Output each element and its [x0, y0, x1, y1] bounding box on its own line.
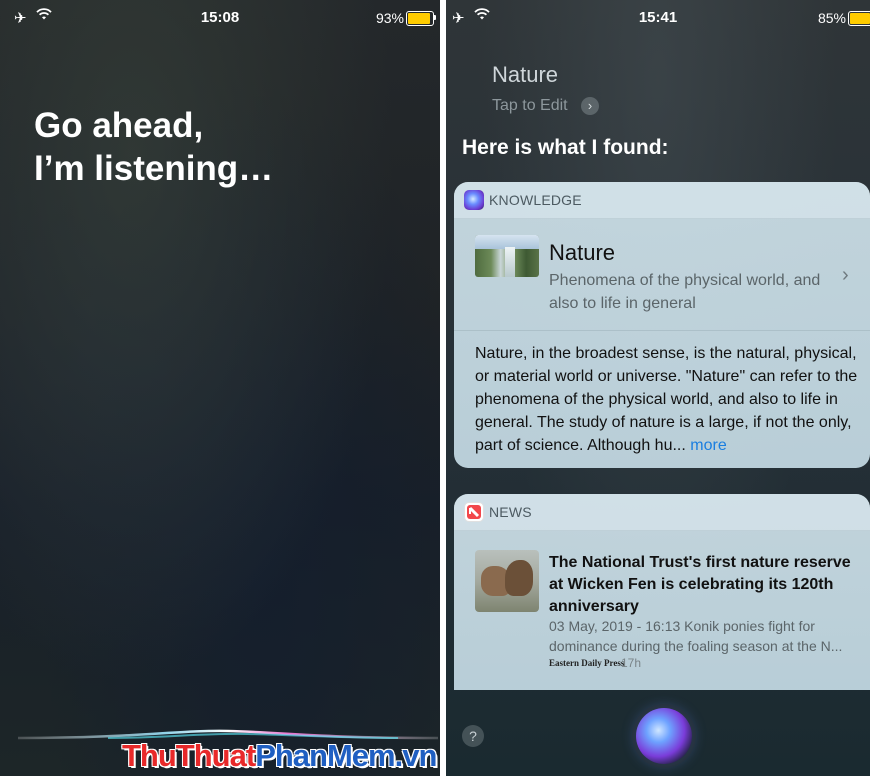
news-card-header: NEWS: [454, 494, 870, 531]
status-time: 15:41: [638, 9, 678, 26]
news-timestamp: 17h: [621, 656, 642, 670]
knowledge-body: Nature, in the broadest sense, is the na…: [475, 342, 865, 457]
knowledge-title[interactable]: Nature: [549, 240, 615, 266]
results-heading: Here is what I found:: [462, 136, 669, 159]
siri-results-screen: ✈ 15:41 85% Nature Tap to Edit › Here is…: [446, 0, 870, 776]
news-app-icon: [464, 502, 484, 522]
watermark-part1: ThuThuat: [122, 738, 256, 773]
more-link[interactable]: more: [690, 437, 726, 454]
status-bar: ✈ 15:41 85%: [446, 8, 870, 30]
siri-knowledge-icon: [464, 190, 484, 210]
siri-prompt-line2: I’m listening…: [34, 149, 274, 188]
status-time: 15:08: [200, 9, 240, 26]
siri-orb-icon[interactable]: [636, 708, 692, 764]
siri-prompt-line1: Go ahead,: [34, 106, 204, 145]
battery-icon: [848, 11, 870, 26]
news-card[interactable]: NEWS The National Trust's first nature r…: [454, 494, 870, 690]
siri-query-text: Nature: [492, 62, 559, 87]
knowledge-card[interactable]: KNOWLEDGE Nature Phenomena of the physic…: [454, 182, 870, 468]
news-headline[interactable]: The National Trust's first nature reserv…: [549, 552, 859, 618]
news-snippet: 03 May, 2019 - 16:13 Konik ponies fight …: [549, 618, 843, 654]
knowledge-body-text: Nature, in the broadest sense, is the na…: [475, 345, 858, 454]
tap-to-edit-link[interactable]: Tap to Edit: [492, 97, 568, 115]
chevron-right-icon[interactable]: ›: [842, 264, 849, 287]
chevron-right-icon[interactable]: ›: [581, 97, 599, 115]
siri-prompt: Go ahead, I’m listening…: [34, 104, 273, 190]
battery-percent: 93%: [375, 10, 404, 26]
battery-percent: 85%: [817, 10, 846, 26]
news-card-label: NEWS: [489, 504, 532, 520]
news-thumbnail[interactable]: [475, 550, 539, 612]
watermark-part2: PhanMem: [255, 738, 395, 773]
status-bar: ✈ 15:08 93%: [0, 8, 440, 30]
divider: [454, 330, 870, 331]
watermark: ThuThuatPhanMem.vn: [122, 738, 438, 774]
knowledge-card-header: KNOWLEDGE: [454, 182, 870, 219]
knowledge-subtitle: Phenomena of the physical world, and als…: [549, 272, 821, 312]
battery-icon: [406, 11, 436, 26]
help-icon[interactable]: ?: [462, 725, 484, 747]
siri-listening-screen: ✈ 15:08 93% Go ahead, I’m listening… Thu…: [0, 0, 440, 776]
watermark-part3: .vn: [394, 738, 438, 773]
knowledge-card-label: KNOWLEDGE: [489, 192, 582, 208]
nature-thumbnail[interactable]: [475, 235, 539, 277]
news-source: Eastern Daily Press: [549, 658, 625, 668]
